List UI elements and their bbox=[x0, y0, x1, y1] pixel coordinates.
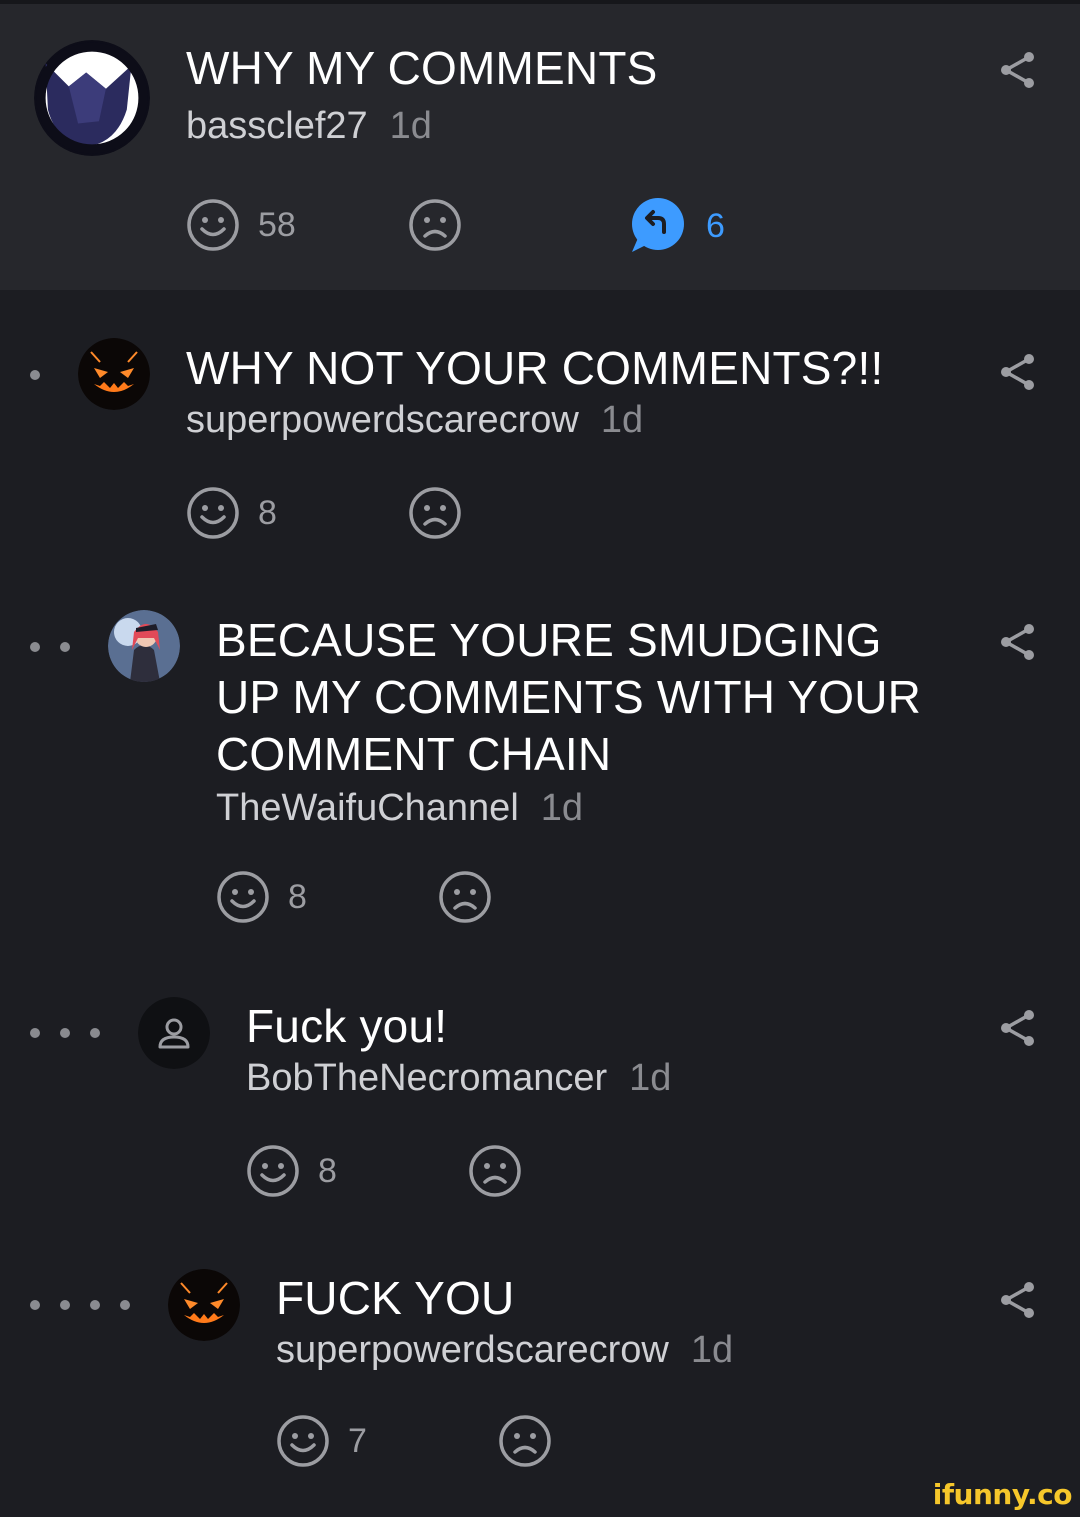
dislike-button[interactable] bbox=[468, 1144, 522, 1198]
thread-depth-indicator bbox=[30, 642, 70, 652]
depth-dot bbox=[60, 1028, 70, 1038]
comment-text: Fuck you! bbox=[246, 1000, 448, 1052]
depth-dot bbox=[30, 642, 40, 652]
smile-icon bbox=[217, 871, 269, 923]
smile-icon bbox=[247, 1145, 299, 1197]
depth-dot bbox=[30, 1300, 40, 1310]
comment-item: BECAUSE YOURE SMUDGING UP MY COMMENTS WI… bbox=[0, 560, 1080, 950]
like-count: 8 bbox=[258, 493, 277, 532]
anime-avatar[interactable] bbox=[108, 610, 180, 682]
comment-body: FUCK YOU superpowerdscarecrow 1d bbox=[276, 1270, 930, 1373]
like-button[interactable]: 8 bbox=[216, 870, 307, 924]
comment-actions: 8 bbox=[216, 870, 616, 926]
comment-body: Fuck you! BobTheNecromancer 1d bbox=[246, 998, 930, 1101]
like-count: 7 bbox=[348, 1421, 367, 1460]
comment-item: WHY NOT YOUR COMMENTS?!! superpowerdscar… bbox=[0, 290, 1080, 560]
share-icon[interactable] bbox=[998, 1280, 1038, 1320]
share-icon[interactable] bbox=[998, 50, 1038, 90]
like-count: 8 bbox=[288, 877, 307, 916]
dislike-button[interactable] bbox=[408, 198, 462, 252]
comment-text: FUCK YOU bbox=[276, 1272, 515, 1324]
depth-dot bbox=[90, 1028, 100, 1038]
comment-body: WHY MY COMMENTS bassclef27 1d bbox=[186, 40, 930, 149]
frown-icon bbox=[439, 871, 491, 923]
thread-depth-indicator bbox=[30, 1300, 130, 1310]
smile-icon bbox=[187, 487, 239, 539]
comment-meta: BobTheNecromancer 1d bbox=[246, 1055, 930, 1101]
default-user-avatar[interactable] bbox=[138, 997, 210, 1069]
comment-meta: superpowerdscarecrow 1d bbox=[276, 1327, 930, 1373]
comment-actions: 8 bbox=[186, 486, 586, 542]
smile-icon bbox=[187, 199, 239, 251]
reply-count: 6 bbox=[706, 206, 725, 245]
comment-text: BECAUSE YOURE SMUDGING UP MY COMMENTS WI… bbox=[216, 614, 922, 780]
reply-bubble-icon bbox=[632, 198, 684, 252]
comment-meta: superpowerdscarecrow 1d bbox=[186, 397, 930, 443]
timestamp: 1d bbox=[690, 1329, 734, 1371]
timestamp: 1d bbox=[600, 399, 644, 441]
like-button[interactable]: 58 bbox=[186, 198, 296, 252]
reply-button[interactable]: 6 bbox=[628, 198, 725, 254]
depth-dot bbox=[30, 1028, 40, 1038]
comment-item: FUCK YOU superpowerdscarecrow 1d 7 bbox=[0, 1230, 1080, 1517]
timestamp: 1d bbox=[540, 787, 584, 829]
wolf-avatar[interactable] bbox=[34, 40, 150, 156]
comment-actions: 7 bbox=[276, 1414, 676, 1470]
like-button[interactable]: 7 bbox=[276, 1414, 367, 1468]
comment-text: WHY NOT YOUR COMMENTS?!! bbox=[186, 342, 884, 394]
share-icon[interactable] bbox=[998, 352, 1038, 392]
share-icon[interactable] bbox=[998, 622, 1038, 662]
share-icon[interactable] bbox=[998, 1008, 1038, 1048]
frown-icon bbox=[469, 1145, 521, 1197]
smile-icon bbox=[277, 1415, 329, 1467]
author-name[interactable]: BobTheNecromancer bbox=[246, 1057, 607, 1099]
timestamp: 1d bbox=[629, 1057, 672, 1099]
comment-meta: TheWaifuChannel 1d bbox=[216, 785, 930, 831]
dislike-button[interactable] bbox=[438, 870, 492, 924]
pumpkin-avatar[interactable] bbox=[78, 338, 150, 410]
depth-dot bbox=[120, 1300, 130, 1310]
depth-dot bbox=[30, 370, 40, 380]
author-name[interactable]: superpowerdscarecrow bbox=[276, 1329, 669, 1371]
comment-actions: 8 bbox=[246, 1144, 646, 1200]
dislike-button[interactable] bbox=[408, 486, 462, 540]
like-button[interactable]: 8 bbox=[246, 1144, 337, 1198]
frown-icon bbox=[499, 1415, 551, 1467]
comment-item: Fuck you! BobTheNecromancer 1d 8 bbox=[0, 950, 1080, 1230]
comment-meta: bassclef27 1d bbox=[186, 103, 930, 149]
comment-body: BECAUSE YOURE SMUDGING UP MY COMMENTS WI… bbox=[216, 612, 930, 831]
frown-icon bbox=[409, 199, 461, 251]
dislike-button[interactable] bbox=[498, 1414, 552, 1468]
depth-dot bbox=[60, 1300, 70, 1310]
thread-depth-indicator bbox=[30, 370, 40, 380]
comment-body: WHY NOT YOUR COMMENTS?!! superpowerdscar… bbox=[186, 340, 930, 443]
author-name[interactable]: bassclef27 bbox=[186, 105, 368, 147]
comment-text: WHY MY COMMENTS bbox=[186, 42, 658, 94]
author-name[interactable]: superpowerdscarecrow bbox=[186, 399, 579, 441]
like-count: 8 bbox=[318, 1151, 337, 1190]
depth-dot bbox=[90, 1300, 100, 1310]
pumpkin-avatar[interactable] bbox=[168, 1269, 240, 1341]
timestamp: 1d bbox=[389, 105, 432, 147]
thread-depth-indicator bbox=[30, 1028, 100, 1038]
depth-dot bbox=[60, 642, 70, 652]
ifunny-watermark: ifunny.co bbox=[932, 1478, 1073, 1511]
comment-actions: 58 6 bbox=[186, 198, 786, 254]
frown-icon bbox=[409, 487, 461, 539]
like-button[interactable]: 8 bbox=[186, 486, 277, 540]
author-name[interactable]: TheWaifuChannel bbox=[216, 787, 519, 829]
like-count: 58 bbox=[258, 205, 296, 244]
comment-item: WHY MY COMMENTS bassclef27 1d 58 6 bbox=[0, 4, 1080, 290]
